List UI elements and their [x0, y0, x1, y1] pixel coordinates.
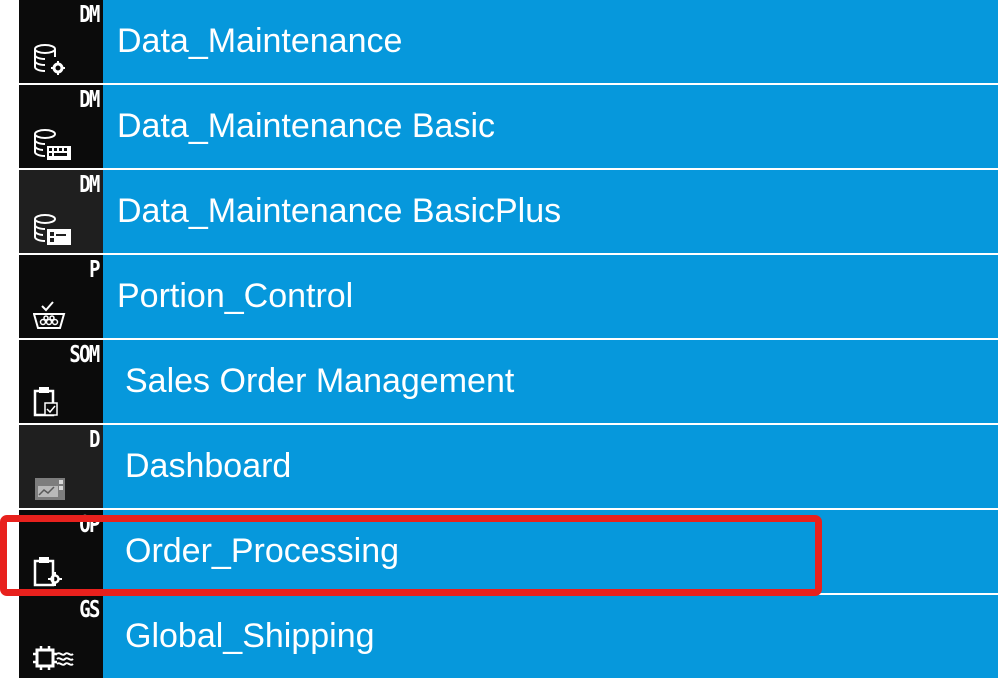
menu-item-body[interactable]: Data_Maintenance Basic	[103, 85, 998, 168]
menu-item-sales-order-management[interactable]: SOM Sales Order Management	[19, 340, 998, 423]
app-badge: DM	[79, 172, 101, 198]
menu-item-portion-control[interactable]: P Portion_Control	[19, 255, 998, 338]
menu-item-label: Data_Maintenance BasicPlus	[117, 192, 562, 230]
menu-item-data-maintenance-basic[interactable]: DM Data_Maintenance Basic	[19, 85, 998, 168]
menu-item-data-maintenance-basicplus[interactable]: DM Data_Maintenance BasicPlus	[19, 170, 998, 253]
database-card-icon	[34, 214, 71, 245]
menu-item-body[interactable]: Portion_Control	[103, 255, 998, 338]
menu-item-body[interactable]: Data_Maintenance	[103, 0, 998, 83]
menu-item-body[interactable]: Order_Processing	[103, 510, 998, 593]
clipboard-gear-icon	[33, 557, 62, 587]
menu-item-label: Global_Shipping	[125, 617, 375, 655]
app-tile: SOM	[19, 340, 103, 423]
app-badge: DM	[79, 2, 101, 28]
app-tile: D	[19, 425, 103, 508]
menu-item-data-maintenance[interactable]: DM Data_Maintenance	[19, 0, 998, 83]
menu-item-label: Dashboard	[125, 447, 292, 485]
menu-item-dashboard[interactable]: D Dashboard	[19, 425, 998, 508]
menu-item-global-shipping[interactable]: GS Global_Shipping	[19, 595, 998, 678]
app-badge: DM	[79, 87, 101, 113]
menu-item-label: Portion_Control	[117, 277, 354, 315]
app-tile: DM	[19, 85, 103, 168]
app-badge: GS	[79, 597, 101, 623]
menu-item-label: Data_Maintenance	[117, 22, 403, 60]
app-badge: SOM	[69, 342, 101, 368]
dashboard-screen-icon	[35, 478, 65, 500]
menu-item-label: Sales Order Management	[125, 362, 515, 400]
app-tile: DM	[19, 170, 103, 253]
clipboard-check-icon	[33, 387, 58, 417]
menu-item-label: Order_Processing	[125, 532, 400, 570]
app-tile: P	[19, 255, 103, 338]
menu-item-order-processing[interactable]: OP Order_Processing	[19, 510, 998, 593]
app-badge: P	[89, 257, 100, 283]
app-badge: OP	[79, 512, 101, 538]
basket-check-icon	[33, 301, 66, 329]
database-keyboard-icon	[34, 129, 71, 160]
app-tile: OP	[19, 510, 103, 593]
menu-item-label: Data_Maintenance Basic	[117, 107, 496, 145]
chip-waves-icon	[33, 646, 74, 670]
menu-item-body[interactable]: Sales Order Management	[103, 340, 998, 423]
app-tile: GS	[19, 595, 103, 678]
app-menu: DM Data_Maintenance DM Data_Maintenance …	[19, 0, 998, 680]
database-gear-icon	[34, 44, 65, 75]
menu-item-body[interactable]: Data_Maintenance BasicPlus	[103, 170, 998, 253]
app-tile: DM	[19, 0, 103, 83]
app-badge: D	[89, 427, 100, 453]
menu-item-body[interactable]: Dashboard	[103, 425, 998, 508]
menu-item-body[interactable]: Global_Shipping	[103, 595, 998, 678]
